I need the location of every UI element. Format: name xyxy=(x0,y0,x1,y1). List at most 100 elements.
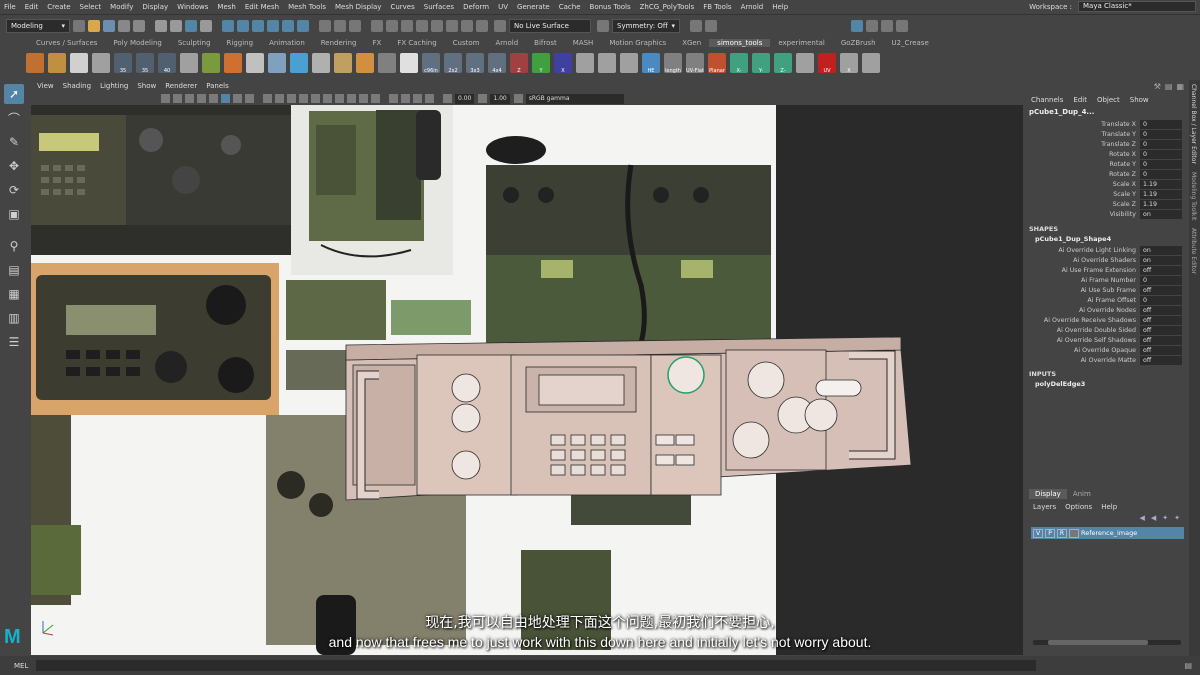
attribute-value-field[interactable]: off xyxy=(1140,315,1182,325)
shelf-tab-motion-graphics[interactable]: Motion Graphics xyxy=(601,39,674,47)
menu-item-deform[interactable]: Deform xyxy=(463,3,489,11)
modeling-toolkit-toggle-icon[interactable] xyxy=(896,19,908,32)
hypershade-icon[interactable] xyxy=(416,19,428,32)
lights-icon[interactable] xyxy=(323,94,332,103)
layer-reference-toggle[interactable]: R xyxy=(1057,528,1067,538)
render-view-icon[interactable] xyxy=(349,19,361,32)
shelf-tool-icon[interactable]: UV-Flat xyxy=(686,53,704,74)
select-object-icon[interactable] xyxy=(170,19,182,32)
shelf-tool-icon[interactable] xyxy=(290,53,308,73)
shelf-tab-custom[interactable]: Custom xyxy=(445,39,488,47)
shelf-tool-icon[interactable] xyxy=(246,53,264,73)
new-layer-selected-icon[interactable]: ✦ xyxy=(1174,514,1180,522)
shelf-tab-rigging[interactable]: Rigging xyxy=(219,39,262,47)
attribute-row[interactable]: Ai Frame Offset 0 xyxy=(1025,295,1188,305)
shelf-tool-icon[interactable] xyxy=(202,53,220,73)
shelf-tab-bifrost[interactable]: Bifrost xyxy=(526,39,565,47)
isolate-select-icon[interactable] xyxy=(389,94,398,103)
undo-icon[interactable] xyxy=(118,19,130,32)
default-material-icon[interactable] xyxy=(287,94,296,103)
wireframe-on-shaded-icon[interactable] xyxy=(299,94,308,103)
attribute-value-field[interactable]: off xyxy=(1140,265,1182,275)
view-transform-dropdown[interactable]: sRGB gamma xyxy=(525,93,624,104)
options-menu[interactable]: Options xyxy=(1065,503,1092,511)
attribute-value-field[interactable]: 0 xyxy=(1140,295,1182,305)
attribute-row[interactable]: Ai Override Double Sided off xyxy=(1025,325,1188,335)
shelf-tool-icon[interactable]: 2x2 xyxy=(444,53,462,74)
help-menu[interactable]: Help xyxy=(1101,503,1117,511)
attribute-value-field[interactable]: 1.19 xyxy=(1140,199,1182,209)
channel-menu-object[interactable]: Object xyxy=(1097,96,1120,104)
menu-item-fb-tools[interactable]: FB Tools xyxy=(703,3,731,11)
render-settings-icon[interactable] xyxy=(401,19,413,32)
channel-menu-edit[interactable]: Edit xyxy=(1073,96,1087,104)
history-icon[interactable] xyxy=(319,19,331,32)
xray-icon[interactable] xyxy=(401,94,410,103)
menu-item-zhcg-polytools[interactable]: ZhCG_PolyTools xyxy=(640,3,695,11)
shelf-tab-animation[interactable]: Animation xyxy=(261,39,313,47)
menu-item-display[interactable]: Display xyxy=(142,3,168,11)
sculpt-icon[interactable] xyxy=(705,19,717,32)
construction-history-icon[interactable] xyxy=(334,19,346,32)
menu-item-bonus-tools[interactable]: Bonus Tools xyxy=(590,3,631,11)
shelf-tool-icon[interactable]: Z xyxy=(510,53,528,74)
attribute-row[interactable]: Rotate Z 0 xyxy=(1025,169,1188,179)
color-management-icon[interactable] xyxy=(513,94,523,103)
menu-item-surfaces[interactable]: Surfaces xyxy=(424,3,454,11)
menu-item-uv[interactable]: UV xyxy=(498,3,508,11)
snap-point-icon[interactable] xyxy=(252,19,264,32)
channel-menu-channels[interactable]: Channels xyxy=(1031,96,1063,104)
shelf-tool-icon[interactable]: Z- xyxy=(774,53,792,74)
shelf-tool-icon[interactable] xyxy=(576,53,594,73)
object-name[interactable]: pCube1_Dup_4... xyxy=(1025,104,1188,116)
layer-color-swatch[interactable] xyxy=(1069,528,1079,538)
attribute-row[interactable]: Ai Override Shaders on xyxy=(1025,255,1188,265)
shape-name[interactable]: pCube1_Dup_Shape4 xyxy=(1025,235,1188,245)
attribute-value-field[interactable]: on xyxy=(1140,255,1182,265)
shelf-tab-fx[interactable]: FX xyxy=(365,39,390,47)
attribute-row[interactable]: Rotate X 0 xyxy=(1025,149,1188,159)
menu-item-arnold[interactable]: Arnold xyxy=(741,3,764,11)
gate-mask-icon[interactable] xyxy=(245,94,254,103)
resolution-gate-icon[interactable] xyxy=(233,94,242,103)
shelf-tool-icon[interactable]: Y xyxy=(532,53,550,74)
viewport-menu-view[interactable]: View xyxy=(37,82,54,90)
shelf-tool-icon[interactable] xyxy=(268,53,286,73)
shelf-tool-icon[interactable] xyxy=(620,53,638,73)
attribute-row[interactable]: Scale Y 1.19 xyxy=(1025,189,1188,199)
attribute-value-field[interactable]: 0 xyxy=(1140,129,1182,139)
bookmark-icon[interactable] xyxy=(185,94,194,103)
shelf-tab-u2-crease[interactable]: U2_Crease xyxy=(884,39,937,47)
attribute-value-field[interactable]: 0 xyxy=(1140,149,1182,159)
viewport-menu-show[interactable]: Show xyxy=(137,82,156,90)
shelf-tool-icon[interactable]: 4x4 xyxy=(488,53,506,74)
shelf-tool-icon[interactable]: 40 xyxy=(158,53,176,74)
attribute-value-field[interactable]: on xyxy=(1140,209,1182,219)
menu-item-modify[interactable]: Modify xyxy=(110,3,133,11)
snap-curve-icon[interactable] xyxy=(237,19,249,32)
ao-icon[interactable] xyxy=(347,94,356,103)
attribute-icon[interactable]: ▦ xyxy=(1176,82,1184,91)
attribute-row[interactable]: Ai Override Matte off xyxy=(1025,355,1188,365)
snap-grid-icon[interactable] xyxy=(222,19,234,32)
side-tab-modeling-toolkit[interactable]: Modeling Toolkit xyxy=(1190,168,1197,224)
attribute-value-field[interactable]: 1.19 xyxy=(1140,189,1182,199)
tab-anim[interactable]: Anim xyxy=(1067,489,1097,499)
symmetry-dropdown[interactable]: Symmetry: Off ▾ xyxy=(612,18,680,33)
layer-visibility-toggle[interactable]: V xyxy=(1033,528,1043,538)
gamma-field[interactable]: 1.00 xyxy=(490,93,510,104)
xray-components-icon[interactable] xyxy=(425,94,434,103)
shelf-tool-icon[interactable] xyxy=(862,53,880,73)
menu-item-file[interactable]: File xyxy=(4,3,16,11)
attribute-row[interactable]: Visibility on xyxy=(1025,209,1188,219)
attribute-value-field[interactable]: off xyxy=(1140,335,1182,345)
menu-item-curves[interactable]: Curves xyxy=(390,3,414,11)
open-scene-icon[interactable] xyxy=(88,19,100,32)
image-plane-icon[interactable] xyxy=(197,94,206,103)
attribute-value-field[interactable]: off xyxy=(1140,305,1182,315)
smooth-shade-icon[interactable] xyxy=(275,94,284,103)
shelf-tab-arnold[interactable]: Arnold xyxy=(488,39,527,47)
shelf-tool-icon[interactable] xyxy=(26,53,44,73)
side-tab-channel-box[interactable]: Channel Box / Layer Editor xyxy=(1190,80,1197,168)
move-layer-up-icon[interactable]: ◀ xyxy=(1139,514,1144,522)
